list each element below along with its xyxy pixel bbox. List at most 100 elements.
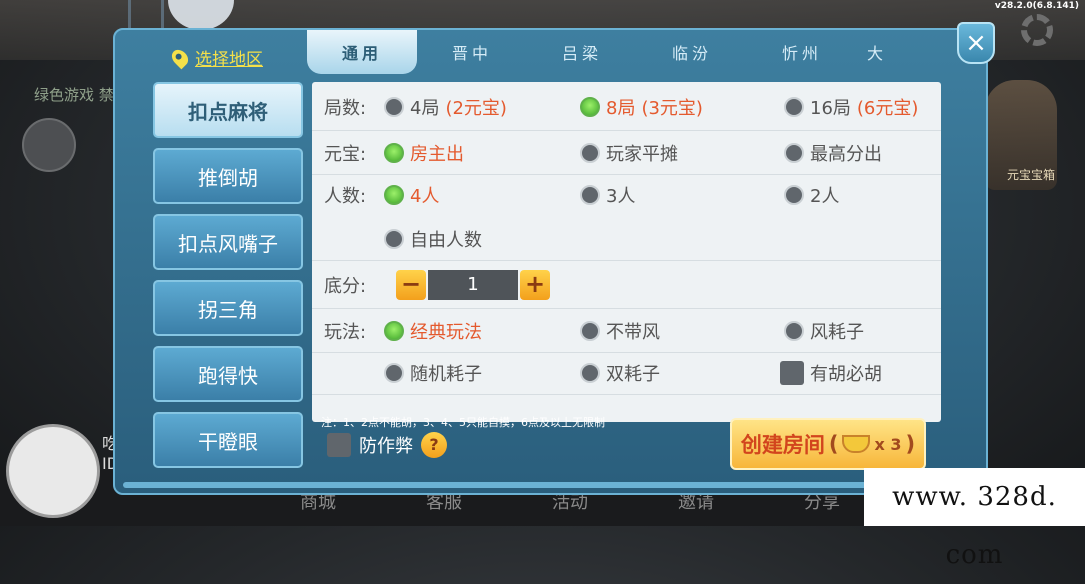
divider xyxy=(312,130,941,131)
anticheat-checkbox[interactable]: 防作弊 ? xyxy=(327,432,447,458)
radio-icon xyxy=(384,363,404,383)
gameplay-no-wind[interactable]: 不带风 xyxy=(580,318,660,344)
create-room-label: 创建房间 xyxy=(740,433,825,457)
background-avatar xyxy=(22,118,76,172)
base-score-label: 底分: xyxy=(324,276,367,297)
radio-selected-icon xyxy=(384,321,404,341)
region-tabs: 通用 晋中 吕梁 临汾 忻州 大 xyxy=(307,30,897,74)
payment-owner[interactable]: 房主出 xyxy=(384,140,464,166)
ingot-icon xyxy=(842,435,871,453)
option-cost: (6元宝) xyxy=(856,98,919,119)
player-avatar[interactable] xyxy=(6,424,100,518)
base-score-stepper: − 1 + xyxy=(396,270,550,300)
close-icon: × xyxy=(965,28,987,58)
gameplay-row: 玩法: 经典玩法 不带风 风耗子 xyxy=(324,318,928,344)
payment-split[interactable]: 玩家平摊 xyxy=(580,140,678,166)
radio-icon xyxy=(580,143,600,163)
divider xyxy=(312,394,941,395)
option-text: 玩家平摊 xyxy=(606,144,678,165)
option-text: 4人 xyxy=(410,186,440,207)
radio-icon xyxy=(580,185,600,205)
radio-icon xyxy=(784,185,804,205)
divider xyxy=(312,308,941,309)
players-row-2: 自由人数 xyxy=(324,226,928,252)
create-room-dialog: 选择地区 通用 晋中 吕梁 临汾 忻州 大 × 扣点麻将 推倒胡 扣点风嘴子 拐… xyxy=(113,22,995,495)
players-2[interactable]: 2人 xyxy=(784,182,839,208)
site-watermark: www. 328d. com xyxy=(864,468,1085,570)
option-cost: (3元宝) xyxy=(641,98,703,119)
paren-open: ( xyxy=(828,432,839,456)
rules-note: 注：1、2点不能胡，3、4、5只能自摸，6点及以上无限制 xyxy=(321,416,605,429)
option-cost: (2元宝) xyxy=(445,98,507,119)
game-gandengyan[interactable]: 干瞪眼 xyxy=(153,412,303,468)
option-text: 8局 xyxy=(606,98,636,119)
tab-lvliang[interactable]: 吕梁 xyxy=(527,30,637,74)
option-text: 随机耗子 xyxy=(410,364,482,385)
players-4[interactable]: 4人 xyxy=(384,182,439,208)
select-region-link[interactable]: 选择地区 xyxy=(168,45,263,70)
option-text: 自由人数 xyxy=(410,230,482,251)
players-label: 人数: xyxy=(324,186,367,207)
tab-xinzhou[interactable]: 忻州 xyxy=(747,30,857,74)
options-panel: 局数: 4局 (2元宝) 8局 (3元宝) 16局 (6元宝) 元宝: 房主出 … xyxy=(312,82,941,422)
dialog-bottom-bar xyxy=(123,482,983,488)
players-free[interactable]: 自由人数 xyxy=(384,226,482,252)
game-tuidaohu[interactable]: 推倒胡 xyxy=(153,148,303,204)
option-text: 3人 xyxy=(606,186,636,207)
create-room-cost: x 3 xyxy=(874,434,902,454)
base-score-row: 底分: − 1 + xyxy=(324,270,928,300)
gameplay-label: 玩法: xyxy=(324,322,367,343)
payment-highest[interactable]: 最高分出 xyxy=(784,140,882,166)
game-paodekuai[interactable]: 跑得快 xyxy=(153,346,303,402)
decrease-button[interactable]: − xyxy=(396,270,426,300)
radio-icon xyxy=(384,97,404,117)
rounds-label: 局数: xyxy=(324,98,367,119)
gameplay-random-haozi[interactable]: 随机耗子 xyxy=(384,360,482,386)
rounds-option-16[interactable]: 16局 (6元宝) xyxy=(784,94,918,120)
radio-selected-icon xyxy=(384,143,404,163)
create-room-button[interactable]: 创建房间 ( x 3 ) xyxy=(730,418,926,470)
gameplay-wind-haozi[interactable]: 风耗子 xyxy=(784,318,864,344)
rounds-option-4[interactable]: 4局 (2元宝) xyxy=(384,94,507,120)
players-row: 人数: 4人 3人 2人 xyxy=(324,182,928,208)
checkbox-icon xyxy=(327,433,351,457)
tab-linfen[interactable]: 临汾 xyxy=(637,30,747,74)
radio-icon xyxy=(580,363,600,383)
anticheat-label: 防作弊 xyxy=(359,436,413,457)
radio-icon xyxy=(784,321,804,341)
treasure-chest-label: 元宝宝箱 xyxy=(1006,168,1055,182)
version-label: v28.2.0(6.8.141) xyxy=(994,1,1079,11)
radio-icon xyxy=(784,143,804,163)
close-button[interactable]: × xyxy=(957,22,995,64)
option-text: 房主出 xyxy=(410,144,464,165)
divider xyxy=(312,352,941,353)
must-win-checkbox[interactable]: 有胡必胡 xyxy=(780,360,882,386)
gameplay-double-haozi[interactable]: 双耗子 xyxy=(580,360,660,386)
increase-button[interactable]: + xyxy=(520,270,550,300)
option-text: 2人 xyxy=(810,186,840,207)
game-koudian-majiang[interactable]: 扣点麻将 xyxy=(153,82,303,138)
rounds-row: 局数: 4局 (2元宝) 8局 (3元宝) 16局 (6元宝) xyxy=(324,94,928,120)
option-text: 不带风 xyxy=(606,322,660,343)
paren-close: ) xyxy=(905,432,916,456)
checkbox-icon xyxy=(780,361,804,385)
location-pin-icon xyxy=(168,46,192,69)
radio-icon xyxy=(784,97,804,117)
game-guaisanjiao[interactable]: 拐三角 xyxy=(153,280,303,336)
game-type-list: 扣点麻将 推倒胡 扣点风嘴子 拐三角 跑得快 干瞪眼 xyxy=(153,82,309,478)
option-text: 最高分出 xyxy=(810,144,882,165)
tab-jinzhong[interactable]: 晋中 xyxy=(417,30,527,74)
tab-tongyong[interactable]: 通用 xyxy=(307,30,417,74)
players-3[interactable]: 3人 xyxy=(580,182,635,208)
gameplay-row-2: 随机耗子 双耗子 有胡必胡 xyxy=(324,360,928,386)
gear-icon[interactable] xyxy=(1021,14,1053,46)
tab-da[interactable]: 大 xyxy=(857,30,897,74)
option-text: 16局 xyxy=(810,98,851,119)
option-text: 双耗子 xyxy=(606,364,660,385)
game-koudian-fengzuizi[interactable]: 扣点风嘴子 xyxy=(153,214,303,270)
divider xyxy=(312,260,941,261)
rounds-option-8[interactable]: 8局 (3元宝) xyxy=(580,94,703,120)
help-icon[interactable]: ? xyxy=(421,432,447,458)
gameplay-classic[interactable]: 经典玩法 xyxy=(384,318,482,344)
payment-label: 元宝: xyxy=(324,144,367,165)
